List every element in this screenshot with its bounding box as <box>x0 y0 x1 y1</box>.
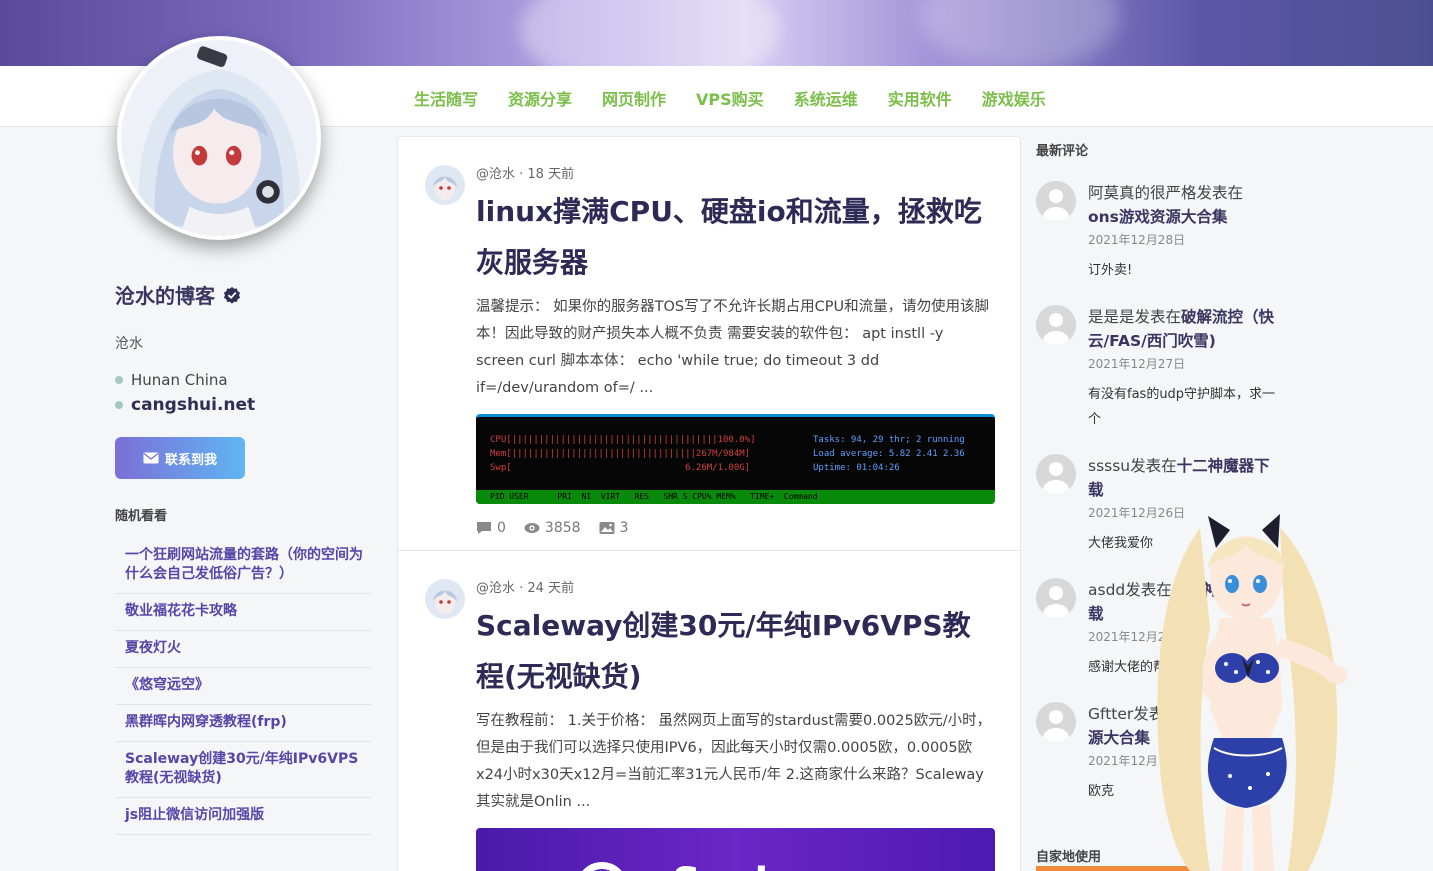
anime-mascot-image[interactable] <box>1130 508 1358 871</box>
random-post-link[interactable]: 黑群晖内网穿透教程(frp) <box>115 705 371 742</box>
random-post-link[interactable]: js阻止微信访问加强版 <box>115 798 371 835</box>
scaleway-logo-icon <box>576 862 628 871</box>
scaleway-logo-text: Scaleway <box>672 860 889 871</box>
comment-date: 2021年12月28日 <box>1088 233 1186 247</box>
author-avatar[interactable] <box>425 579 465 619</box>
left-sidebar: 沧水的博客 沧水 Hunan China cangshui.net 联系到我 随… <box>115 280 371 835</box>
post-excerpt: 温馨提示： 如果你的服务器TOS写了不允许长期占用CPU和流量，请勿使用该脚本！… <box>476 299 990 396</box>
commenter-avatar-icon <box>1036 454 1076 494</box>
post-thumbnail-terminal[interactable]: CPU[||||||||||||||||||||||||||||||||||||… <box>476 414 995 504</box>
random-post-link[interactable]: 一个狂刷网站流量的套路（你的空间为什么会自己发低俗广告？） <box>115 538 371 594</box>
contact-me-button[interactable]: 联系到我 <box>115 437 245 479</box>
nav-item-webdev[interactable]: 网页制作 <box>602 86 666 110</box>
site-title[interactable]: 沧水的博客 <box>115 280 215 309</box>
random-post-link[interactable]: 夏夜灯火 <box>115 631 371 668</box>
commenter-avatar-icon <box>1036 181 1076 221</box>
site-title-row: 沧水的博客 <box>115 280 371 309</box>
terminal-header-bar: PID USER PRI NI VIRT RES SHR S CPU% MEM%… <box>476 490 995 504</box>
random-post-link[interactable]: 敬业福花花卡攻略 <box>115 594 371 631</box>
terminal-meters: CPU[||||||||||||||||||||||||||||||||||||… <box>490 435 756 473</box>
comment-icon <box>477 522 491 534</box>
comment-line: 阿莫真的很严格发表在 ons游戏资源大合集 <box>1088 181 1276 229</box>
comment-line: ssssu发表在十二神魔器下载 <box>1088 454 1276 502</box>
comment-item: 阿莫真的很严格发表在 ons游戏资源大合集 2021年12月28日 订外卖! <box>1036 181 1276 283</box>
post-excerpt: 写在教程前： 1.关于价格： 虽然网页上面写的stardust需要0.0025欧… <box>476 713 992 810</box>
nav-item-software[interactable]: 实用软件 <box>888 86 952 110</box>
commenter-avatar-icon <box>1036 305 1076 345</box>
author-avatar-image <box>425 165 465 205</box>
comment-author: asdd <box>1088 581 1126 599</box>
eye-icon <box>524 523 540 533</box>
post-stats: 0 3858 3 <box>476 520 994 536</box>
comment-item: 是是是发表在破解流控（快云/FAS/西门吹雪) 2021年12月27日 有没有f… <box>1036 305 1276 432</box>
bullet-dot-icon <box>115 376 123 384</box>
comment-count-value: 0 <box>497 520 506 536</box>
author-avatar[interactable] <box>425 165 465 205</box>
blog-avatar[interactable] <box>117 36 321 240</box>
verified-badge-icon <box>223 286 241 304</box>
view-count: 3858 <box>524 520 581 536</box>
post-divider <box>398 550 1020 551</box>
image-count-value: 3 <box>619 520 629 536</box>
banner-highlight <box>520 0 780 66</box>
comment-line: 是是是发表在破解流控（快云/FAS/西门吹雪) <box>1088 305 1276 353</box>
anime-avatar-image <box>121 40 317 236</box>
bottom-section-heading: 自家地使用 <box>1036 850 1102 865</box>
nav-item-life[interactable]: 生活随写 <box>414 86 478 110</box>
comment-verb: 发表在 <box>1196 184 1244 202</box>
mail-icon <box>143 452 159 464</box>
post-title[interactable]: Scaleway创建30元/年纯IPv6VPS教程(无视缺货) <box>476 600 994 702</box>
comment-text: 有没有fas的udp守护脚本，求一个 <box>1088 387 1276 427</box>
comment-author: ssssu <box>1088 457 1131 475</box>
comment-date: 2021年12月27日 <box>1088 357 1186 371</box>
random-heading: 随机看看 <box>115 509 168 524</box>
recent-comments-heading: 最新评论 <box>1036 144 1089 159</box>
banner-highlight <box>920 0 1120 66</box>
terminal-stats: Tasks: 94, 29 thr; 2 running Load averag… <box>813 435 965 473</box>
image-icon <box>599 522 615 534</box>
post-meta: @沧水 · 24 天前 <box>476 581 575 596</box>
nav-item-vps[interactable]: VPS购买 <box>696 86 764 110</box>
site-link-line: cangshui.net <box>115 395 371 415</box>
post-feed: @沧水 · 18 天前 linux撑满CPU、硬盘io和流量，拯救吃灰服务器 温… <box>397 136 1021 871</box>
post-card: @沧水 · 24 天前 Scaleway创建30元/年纯IPv6VPS教程(无视… <box>398 577 1020 871</box>
comment-count: 0 <box>476 520 506 536</box>
nav-item-ops[interactable]: 系统运维 <box>794 86 858 110</box>
view-count-value: 3858 <box>544 520 581 536</box>
comment-verb: 发表在 <box>1134 308 1182 326</box>
author-avatar-image <box>425 579 465 619</box>
nav-menu: 生活随写 资源分享 网页制作 VPS购买 系统运维 实用软件 游戏娱乐 <box>414 86 1046 110</box>
post-thumbnail-scaleway[interactable]: Scaleway <box>476 828 995 871</box>
comment-verb: 发表在 <box>1130 457 1177 475</box>
nav-item-resources[interactable]: 资源分享 <box>508 86 572 110</box>
random-post-link[interactable]: 《悠穹远空》 <box>115 668 371 705</box>
random-post-list: 一个狂刷网站流量的套路（你的空间为什么会自己发低俗广告？） 敬业福花花卡攻略 夏… <box>115 538 371 835</box>
location-text: Hunan China <box>131 371 228 389</box>
location-line: Hunan China <box>115 371 371 389</box>
post-card: @沧水 · 18 天前 linux撑满CPU、硬盘io和流量，拯救吃灰服务器 温… <box>398 163 1020 536</box>
comment-text: 订外卖! <box>1088 263 1133 278</box>
comment-author: Gftter <box>1088 705 1134 723</box>
site-subtitle: 沧水 <box>115 336 143 352</box>
post-meta: @沧水 · 18 天前 <box>476 167 575 182</box>
commenter-avatar-icon <box>1036 702 1076 742</box>
contact-me-label: 联系到我 <box>164 452 217 468</box>
comment-author: 是是是 <box>1088 308 1135 326</box>
post-title[interactable]: linux撑满CPU、硬盘io和流量，拯救吃灰服务器 <box>476 186 994 288</box>
comment-author: 阿莫真的很严格 <box>1088 184 1197 202</box>
bullet-dot-icon <box>115 401 123 409</box>
image-count: 3 <box>599 520 629 536</box>
commenter-avatar-icon <box>1036 578 1076 618</box>
comment-post-link[interactable]: ons游戏资源大合集 <box>1088 208 1227 226</box>
nav-item-games[interactable]: 游戏娱乐 <box>982 86 1046 110</box>
random-post-link[interactable]: Scaleway创建30元/年纯IPv6VPS教程(无视缺货) <box>115 742 371 798</box>
site-link[interactable]: cangshui.net <box>131 395 255 415</box>
